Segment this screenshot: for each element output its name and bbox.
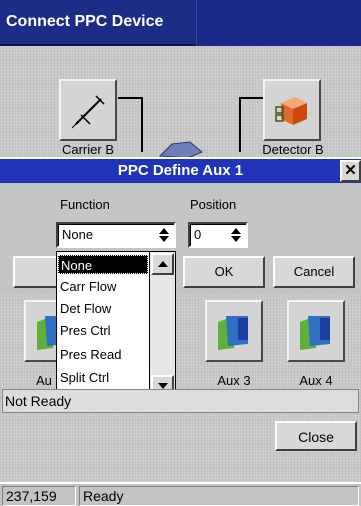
function-select-value: None: [62, 227, 94, 242]
close-icon: ✕: [344, 162, 357, 179]
detector-b-button[interactable]: [263, 79, 321, 141]
inlet-icon: [158, 141, 203, 158]
position-label: Position: [190, 197, 237, 212]
dropdown-option-split-ctrl[interactable]: Split Ctrl: [58, 368, 148, 387]
aux-4-button[interactable]: [287, 300, 345, 362]
dropdown-option-det-flow[interactable]: Det Flow: [58, 299, 148, 318]
aux-3-button[interactable]: [205, 300, 263, 362]
connector-line: [141, 97, 143, 152]
function-select[interactable]: None: [56, 222, 176, 248]
aux-4-label: Aux 4: [299, 373, 333, 388]
cancel-button[interactable]: Cancel: [273, 256, 355, 288]
aux-2-label-partial: Au: [36, 373, 52, 388]
detector-cube-icon: [275, 97, 307, 125]
aux-module-icon: [218, 316, 248, 350]
aux-3-label: Aux 3: [217, 373, 251, 388]
syringe-icon: [71, 95, 105, 129]
carrier-b-button[interactable]: [59, 79, 117, 141]
carrier-b-label: Carrier B: [61, 142, 114, 157]
window-title: Connect PPC Device: [6, 13, 164, 30]
scroll-up-button[interactable]: [151, 253, 174, 275]
dialog-title-bar: PPC Define Aux 1: [0, 159, 361, 183]
updown-icon: [227, 225, 245, 245]
position-select-value: 0: [194, 227, 202, 242]
close-button[interactable]: Close: [275, 421, 357, 451]
coordinates-readout: 237,159: [2, 486, 76, 506]
connector-line: [239, 97, 241, 152]
dropdown-option-none[interactable]: None: [58, 255, 148, 274]
connector-line: [239, 97, 263, 99]
ready-state: Ready: [79, 486, 359, 506]
dropdown-option-pres-ctrl[interactable]: Pres Ctrl: [58, 321, 148, 340]
dialog-close-button[interactable]: ✕: [340, 160, 361, 182]
title-bar-filler: [196, 0, 361, 46]
ok-button[interactable]: OK: [183, 256, 265, 288]
scroll-up-icon: [157, 261, 168, 267]
dropdown-scrollbar[interactable]: [149, 252, 175, 398]
dialog-title: PPC Define Aux 1: [117, 162, 244, 179]
position-select[interactable]: 0: [188, 222, 248, 248]
function-label: Function: [60, 197, 110, 212]
connector-line: [118, 97, 142, 99]
function-dropdown-list[interactable]: None Carr Flow Det Flow Pres Ctrl Pres R…: [56, 251, 176, 399]
status-bar: 237,159 Ready: [0, 482, 361, 506]
dropdown-option-pres-read[interactable]: Pres Read: [58, 345, 148, 364]
detector-b-label: Detector B: [262, 142, 324, 157]
dropdown-option-carr-flow[interactable]: Carr Flow: [58, 277, 148, 296]
status-field: Not Ready: [2, 389, 359, 413]
aux-module-icon: [300, 316, 330, 350]
updown-icon: [155, 225, 173, 245]
